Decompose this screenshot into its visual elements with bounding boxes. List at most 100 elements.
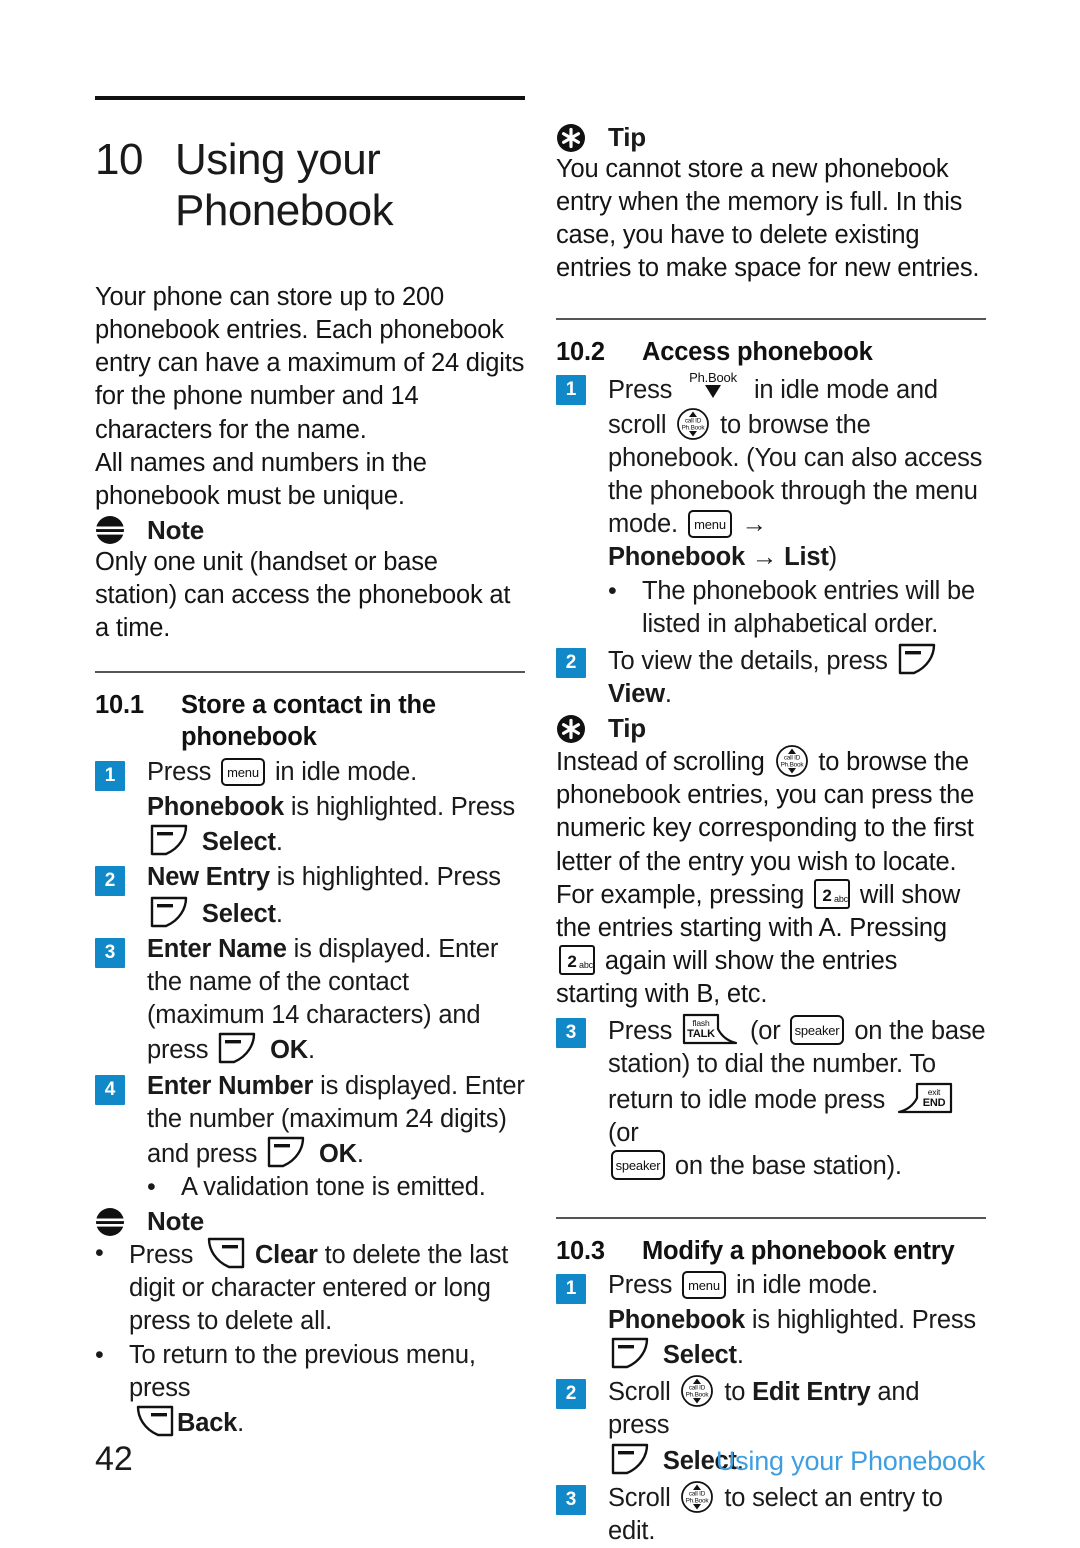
section-heading-10-1: 10.1 Store a contact in the phonebook <box>95 689 525 753</box>
tip-2-tail: again will show the entries starting wit… <box>556 946 898 1009</box>
svg-text:2: 2 <box>567 952 576 971</box>
left-softkey-icon <box>218 1032 260 1064</box>
section-rule-10-1 <box>95 671 525 674</box>
step-body: Press menu in idle mode. <box>608 1269 986 1302</box>
step-10-1-1: 1 Press menu in idle mode. <box>95 756 525 791</box>
step-cont-text: is highlighted. Press <box>284 792 515 821</box>
step-10-2-3: 3 Press flash TALK (or speaker on the ba… <box>556 1013 986 1183</box>
softkey-label-ok: OK <box>270 1036 308 1065</box>
left-softkey-icon <box>150 824 192 856</box>
step-cont-period: . <box>275 827 283 856</box>
menu-path-phonebook: Phonebook <box>608 543 746 572</box>
note-label-1: Note <box>147 514 204 545</box>
softkey-label-select: Select <box>201 899 276 928</box>
softkey-label-view: View <box>608 679 665 708</box>
step-mid-3: (or <box>608 1118 639 1147</box>
tip-label-2: Tip <box>608 713 646 744</box>
svg-text:flash: flash <box>693 1018 710 1028</box>
intro-text-2: All names and numbers in the phonebook m… <box>95 448 427 510</box>
svg-text:call ID: call ID <box>783 755 800 762</box>
bullet-10-2-1: • The phonebook entries will be listed i… <box>608 575 986 641</box>
step-badge: 1 <box>556 374 586 405</box>
step-period: . <box>308 1036 315 1065</box>
key-2abc-icon: 2 abc <box>813 878 850 909</box>
intro-text-1: Your phone can store up to 200 phonebook… <box>95 282 525 444</box>
bullet-10-2-1-text: The phonebook entries will be listed in … <box>642 576 975 638</box>
bullet-dot-icon: • <box>95 1340 104 1369</box>
navigation-key-icon: call ID Ph.Book <box>680 1374 714 1408</box>
bullet-rest: . <box>237 1408 245 1437</box>
left-softkey-icon <box>267 1136 309 1168</box>
note-icon <box>95 1207 125 1237</box>
step-10-2-2: 2 To view the details, press View. <box>556 643 986 711</box>
svg-text:Ph.Book: Ph.Book <box>780 762 804 769</box>
bullet-pre: Press <box>129 1241 194 1270</box>
step-badge: 1 <box>95 760 125 791</box>
step-10-3-1-continued: Phonebook is highlighted. Press Select. <box>608 1304 986 1372</box>
note-label-2: Note <box>147 1206 204 1237</box>
chapter-title-line2: Phonebook <box>175 186 394 236</box>
end-key-icon: exit END <box>895 1082 953 1116</box>
tip-text-1: You cannot store a new phonebook entry w… <box>556 155 980 283</box>
step-10-1-2-continued: Select. <box>147 896 525 931</box>
right-column: Tip You cannot store a new phonebook ent… <box>556 120 986 1548</box>
bullet-dot-icon: • <box>608 576 617 605</box>
svg-text:Ph.Book: Ph.Book <box>682 424 706 431</box>
svg-text:2: 2 <box>822 886 831 905</box>
talk-key-icon: flash TALK <box>682 1013 740 1047</box>
step-period: . <box>664 679 672 708</box>
tip-icon <box>556 123 586 153</box>
softkey-label-select: Select <box>662 1341 737 1370</box>
intro-paragraph-1: Your phone can store up to 200 phonebook… <box>95 281 525 447</box>
note-2-bullet-1: • Press Clear to delete the last digit o… <box>95 1237 525 1338</box>
page-footer: 42 Using your Phonebook <box>0 1440 1080 1500</box>
svg-text:speaker: speaker <box>616 1158 662 1173</box>
tip-label-1: Tip <box>608 122 646 152</box>
svg-text:call ID: call ID <box>689 1385 706 1392</box>
ui-term-phonebook: Phonebook <box>147 792 285 821</box>
ui-term-enter-name: Enter Name <box>147 935 287 964</box>
section-number-10-1: 10.1 <box>95 691 144 720</box>
section-heading-10-2: 10.2 Access phonebook <box>556 336 986 368</box>
bullet-dot-icon: • <box>95 1239 104 1268</box>
step-pre: Press <box>608 1017 673 1046</box>
step-body: Press menu in idle mode. <box>147 756 525 789</box>
svg-text:Ph.Book: Ph.Book <box>686 1392 710 1399</box>
step-text: is highlighted. Press <box>269 862 501 891</box>
step-10-1-1-continued: Phonebook is highlighted. Press Select. <box>147 791 525 859</box>
step-body: New Entry is highlighted. Press <box>147 861 525 894</box>
tip-icon <box>556 714 586 744</box>
note-icon <box>95 515 125 545</box>
svg-text:speaker: speaker <box>795 1023 841 1038</box>
step-cont-text: is highlighted. Press <box>745 1306 976 1335</box>
step-tail: on the base station). <box>674 1151 902 1180</box>
note-2-bullet-2: • To return to the previous menu, press … <box>95 1339 525 1440</box>
svg-text:TALK: TALK <box>687 1028 715 1040</box>
tip-text-2-wrap: Instead of scrolling call ID Ph.Book to … <box>556 744 986 1011</box>
step-10-2-1: 1 Press Ph.Book in idle mode and scroll … <box>556 370 986 575</box>
navigation-key-icon: call ID Ph.Book <box>676 407 710 441</box>
menu-path-close: ) <box>828 543 838 572</box>
step-10-1-4: 4 Enter Number is displayed. Enter the n… <box>95 1070 525 1171</box>
softkey-label-back: Back <box>177 1408 238 1437</box>
menu-path-list: List <box>784 543 829 572</box>
step-period: . <box>356 1139 364 1168</box>
section-rule-10-3 <box>556 1216 986 1219</box>
chapter-title-line1: Using your <box>175 135 381 184</box>
chapter-heading: 10 Using your Phonebook <box>95 134 525 237</box>
key-2abc-icon: 2 abc <box>559 944 595 975</box>
step-badge: 1 <box>556 1274 586 1305</box>
step-mid: to <box>724 1378 746 1407</box>
step-badge: 3 <box>556 1018 586 1049</box>
step-body: Enter Name is displayed. Enter the name … <box>147 933 525 1068</box>
note-text-1: Only one unit (handset or base station) … <box>95 547 511 643</box>
step-cont-period: . <box>275 899 283 928</box>
page-number: 42 <box>95 1440 133 1478</box>
softkey-label-select: Select <box>201 827 276 856</box>
step-badge: 4 <box>95 1074 125 1105</box>
step-mid-1: (or <box>749 1017 781 1046</box>
note-2-bullet-2-text: To return to the previous menu, press Ba… <box>129 1339 525 1440</box>
right-softkey-icon <box>203 1237 245 1269</box>
svg-text:abc: abc <box>834 894 849 904</box>
step-badge: 2 <box>95 865 125 896</box>
